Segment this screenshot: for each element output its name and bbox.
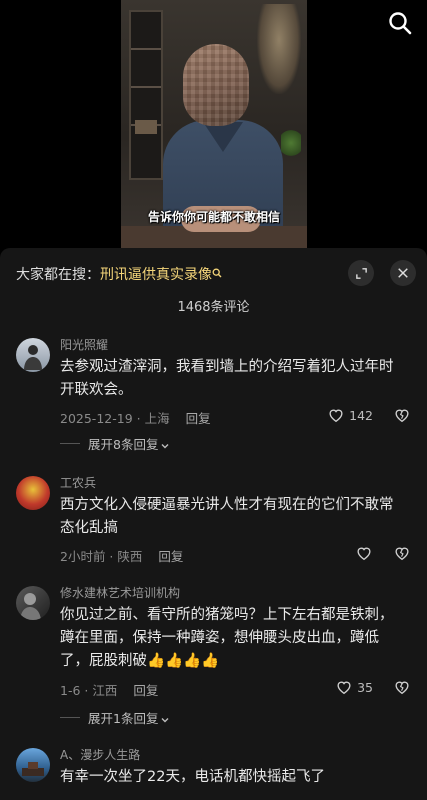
comment-time: 2025-12-19 · 上海 xyxy=(60,411,170,426)
comment-username[interactable]: 阳光照耀 xyxy=(60,336,108,353)
broken-heart-icon[interactable] xyxy=(393,544,411,562)
comment-text: 西方文化入侵硬逼暴光讲人性才有现在的它们不敢常态化乱搞 xyxy=(60,497,394,536)
expand-replies-label: 展开1条回复 xyxy=(88,711,159,726)
avatar[interactable] xyxy=(16,748,50,782)
like-button[interactable]: 35 xyxy=(335,678,373,696)
like-count: 142 xyxy=(349,407,373,423)
avatar[interactable] xyxy=(16,476,50,510)
comment-text: 有幸一次坐了22天，电话机都快摇起飞了 xyxy=(60,769,325,785)
comment-username[interactable]: A、漫步人生路 xyxy=(60,746,140,763)
comment-time: 2小时前 · 陕西 xyxy=(60,549,143,564)
comment-time: 1-6 · 江西 xyxy=(60,683,118,698)
avatar[interactable] xyxy=(16,586,50,620)
search-icon[interactable] xyxy=(387,10,413,36)
expand-icon[interactable] xyxy=(348,260,374,286)
expand-replies[interactable]: 展开1条回复 xyxy=(60,708,170,727)
reply-button[interactable]: 回复 xyxy=(186,411,211,426)
video-player[interactable]: 告诉你你可能都不敢相信 xyxy=(0,0,427,248)
like-count: 35 xyxy=(357,679,373,695)
heart-icon xyxy=(329,409,343,423)
bookshelf xyxy=(129,10,163,180)
expand-replies-label: 展开8条回复 xyxy=(88,437,159,452)
heart-icon xyxy=(337,681,351,695)
magnifier-icon xyxy=(212,266,222,278)
comment-sheet: 大家都在搜：刑讯逼供真实录像 1468条评论 阳光照耀 去参观过渣滓洞，我看到墙… xyxy=(0,248,427,800)
broken-heart-icon[interactable] xyxy=(393,406,411,424)
like-button[interactable] xyxy=(355,544,373,562)
comment-meta: 2025-12-19 · 上海 回复 xyxy=(60,408,211,427)
reply-button[interactable]: 回复 xyxy=(158,549,183,564)
avatar[interactable] xyxy=(16,338,50,372)
trending-prefix: 大家都在搜： xyxy=(16,267,100,283)
chevron-down-icon xyxy=(160,713,170,723)
video-frame[interactable]: 告诉你你可能都不敢相信 xyxy=(121,0,307,248)
comment-count: 1468条评论 xyxy=(177,300,250,315)
trending-term[interactable]: 刑讯逼供真实录像 xyxy=(100,267,212,283)
broken-heart-icon[interactable] xyxy=(393,678,411,696)
lamp xyxy=(257,4,301,94)
chevron-down-icon xyxy=(160,439,170,449)
blurred-face xyxy=(183,44,249,126)
divider xyxy=(60,717,80,718)
trending-search[interactable]: 大家都在搜：刑讯逼供真实录像 xyxy=(16,264,222,284)
like-button[interactable]: 142 xyxy=(327,406,373,424)
plant xyxy=(281,128,301,158)
expand-replies[interactable]: 展开8条回复 xyxy=(60,434,170,453)
comment-meta: 1-6 · 江西 回复 xyxy=(60,680,158,699)
close-icon[interactable] xyxy=(390,260,416,286)
comment-username[interactable]: 修水建林艺术培训机构 xyxy=(60,584,180,601)
comment-meta: 2小时前 · 陕西 回复 xyxy=(60,546,183,565)
comment-username[interactable]: 工农兵 xyxy=(60,474,96,491)
divider xyxy=(60,443,80,444)
comment-text: 你见过之前、看守所的猪笼吗？上下左右都是铁刺，蹲在里面，保持一种蹲姿，想伸腰头皮… xyxy=(60,607,394,669)
books xyxy=(135,120,157,134)
video-subtitle: 告诉你你可能都不敢相信 xyxy=(147,210,280,224)
reply-button[interactable]: 回复 xyxy=(133,683,158,698)
heart-icon xyxy=(357,547,371,561)
comment-text: 去参观过渣滓洞，我看到墙上的介绍写着犯人过年时开联欢会。 xyxy=(60,359,394,398)
